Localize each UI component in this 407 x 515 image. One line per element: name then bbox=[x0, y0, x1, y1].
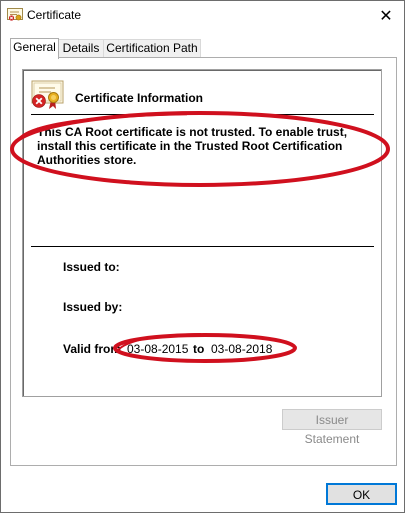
certificate-icon bbox=[7, 8, 23, 21]
untrusted-certificate-icon bbox=[31, 80, 64, 109]
info-title: Certificate Information bbox=[75, 91, 204, 105]
tab-general[interactable]: General bbox=[10, 38, 59, 59]
window-title: Certificate bbox=[27, 8, 82, 22]
valid-to-date: 03-08-2018 bbox=[211, 342, 273, 356]
certificate-info-box: Certificate Information This CA Root cer… bbox=[22, 69, 382, 397]
ok-button[interactable]: OK bbox=[326, 483, 397, 505]
divider bbox=[31, 114, 374, 115]
issued-to-label: Issued to: bbox=[63, 260, 120, 274]
valid-from-date: 03-08-2015 bbox=[127, 342, 189, 356]
trust-warning-text: This CA Root certificate is not trusted.… bbox=[37, 125, 348, 167]
close-icon: ✕ bbox=[379, 7, 393, 25]
title-bar[interactable]: Certificate ✕ bbox=[1, 1, 404, 30]
valid-from-label: Valid from bbox=[63, 342, 122, 356]
divider bbox=[31, 246, 374, 247]
tab-certification-path[interactable]: Certification Path bbox=[103, 39, 201, 57]
tab-details[interactable]: Details bbox=[58, 39, 104, 57]
valid-to-label: to bbox=[193, 342, 205, 356]
close-button[interactable]: ✕ bbox=[368, 1, 404, 30]
certificate-dialog: Certificate ✕ General Details Certificat… bbox=[0, 0, 405, 513]
issued-by-label: Issued by: bbox=[63, 300, 123, 314]
issuer-statement-button[interactable]: Issuer Statement bbox=[282, 409, 382, 446]
